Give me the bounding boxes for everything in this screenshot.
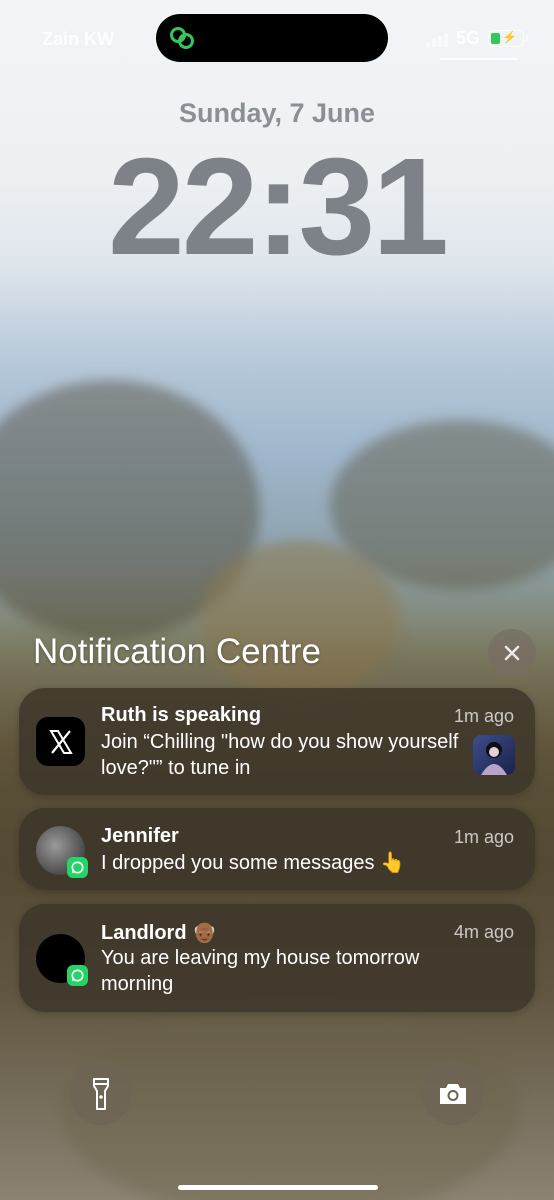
notification-title: Landlord 👴🏾	[101, 922, 218, 944]
notification-card[interactable]: Landlord 👴🏾 4m ago You are leaving my ho…	[19, 904, 535, 1012]
carrier-label: Zain KW	[42, 29, 114, 49]
notification-thumbnail	[473, 735, 515, 775]
charging-bolt-icon: ⚡	[502, 30, 517, 44]
camera-icon	[439, 1083, 466, 1104]
notification-body: Join “Chilling "how do you show yourself…	[101, 731, 459, 779]
lock-time: 22:31	[108, 130, 449, 284]
dynamic-island[interactable]	[156, 14, 388, 62]
battery-icon: ⚡	[488, 30, 528, 47]
link-loop-icon	[170, 27, 194, 49]
notification-centre-title: Notification Centre	[33, 632, 321, 671]
status-indicators: 5G ⚡	[425, 28, 528, 49]
whatsapp-icon	[67, 965, 88, 986]
notification-title: Jennifer	[101, 825, 179, 847]
notification-time: 4m ago	[453, 922, 514, 942]
notification-body: I dropped you some messages 👆	[101, 852, 405, 874]
flashlight-button[interactable]	[69, 1062, 132, 1125]
network-type: 5G	[455, 28, 480, 48]
close-icon	[504, 645, 520, 661]
notification-body: You are leaving my house tomorrow mornin…	[101, 947, 420, 995]
camera-button[interactable]	[421, 1062, 484, 1125]
clear-notifications-button[interactable]	[488, 629, 536, 677]
status-underline	[440, 58, 518, 60]
notification-time: 1m ago	[453, 706, 514, 726]
home-indicator[interactable]	[178, 1185, 378, 1190]
lock-date: Sunday, 7 June	[178, 98, 376, 128]
x-logo-icon	[36, 717, 85, 766]
signal-icon	[425, 31, 448, 47]
flashlight-icon	[92, 1077, 109, 1110]
notification-card[interactable]: Ruth is speaking 1m ago Join “Chilling "…	[19, 688, 535, 795]
notification-time: 1m ago	[453, 827, 514, 847]
notification-title: Ruth is speaking	[101, 704, 262, 726]
notification-card[interactable]: Jennifer 1m ago I dropped you some messa…	[19, 808, 535, 890]
whatsapp-icon	[67, 857, 88, 878]
